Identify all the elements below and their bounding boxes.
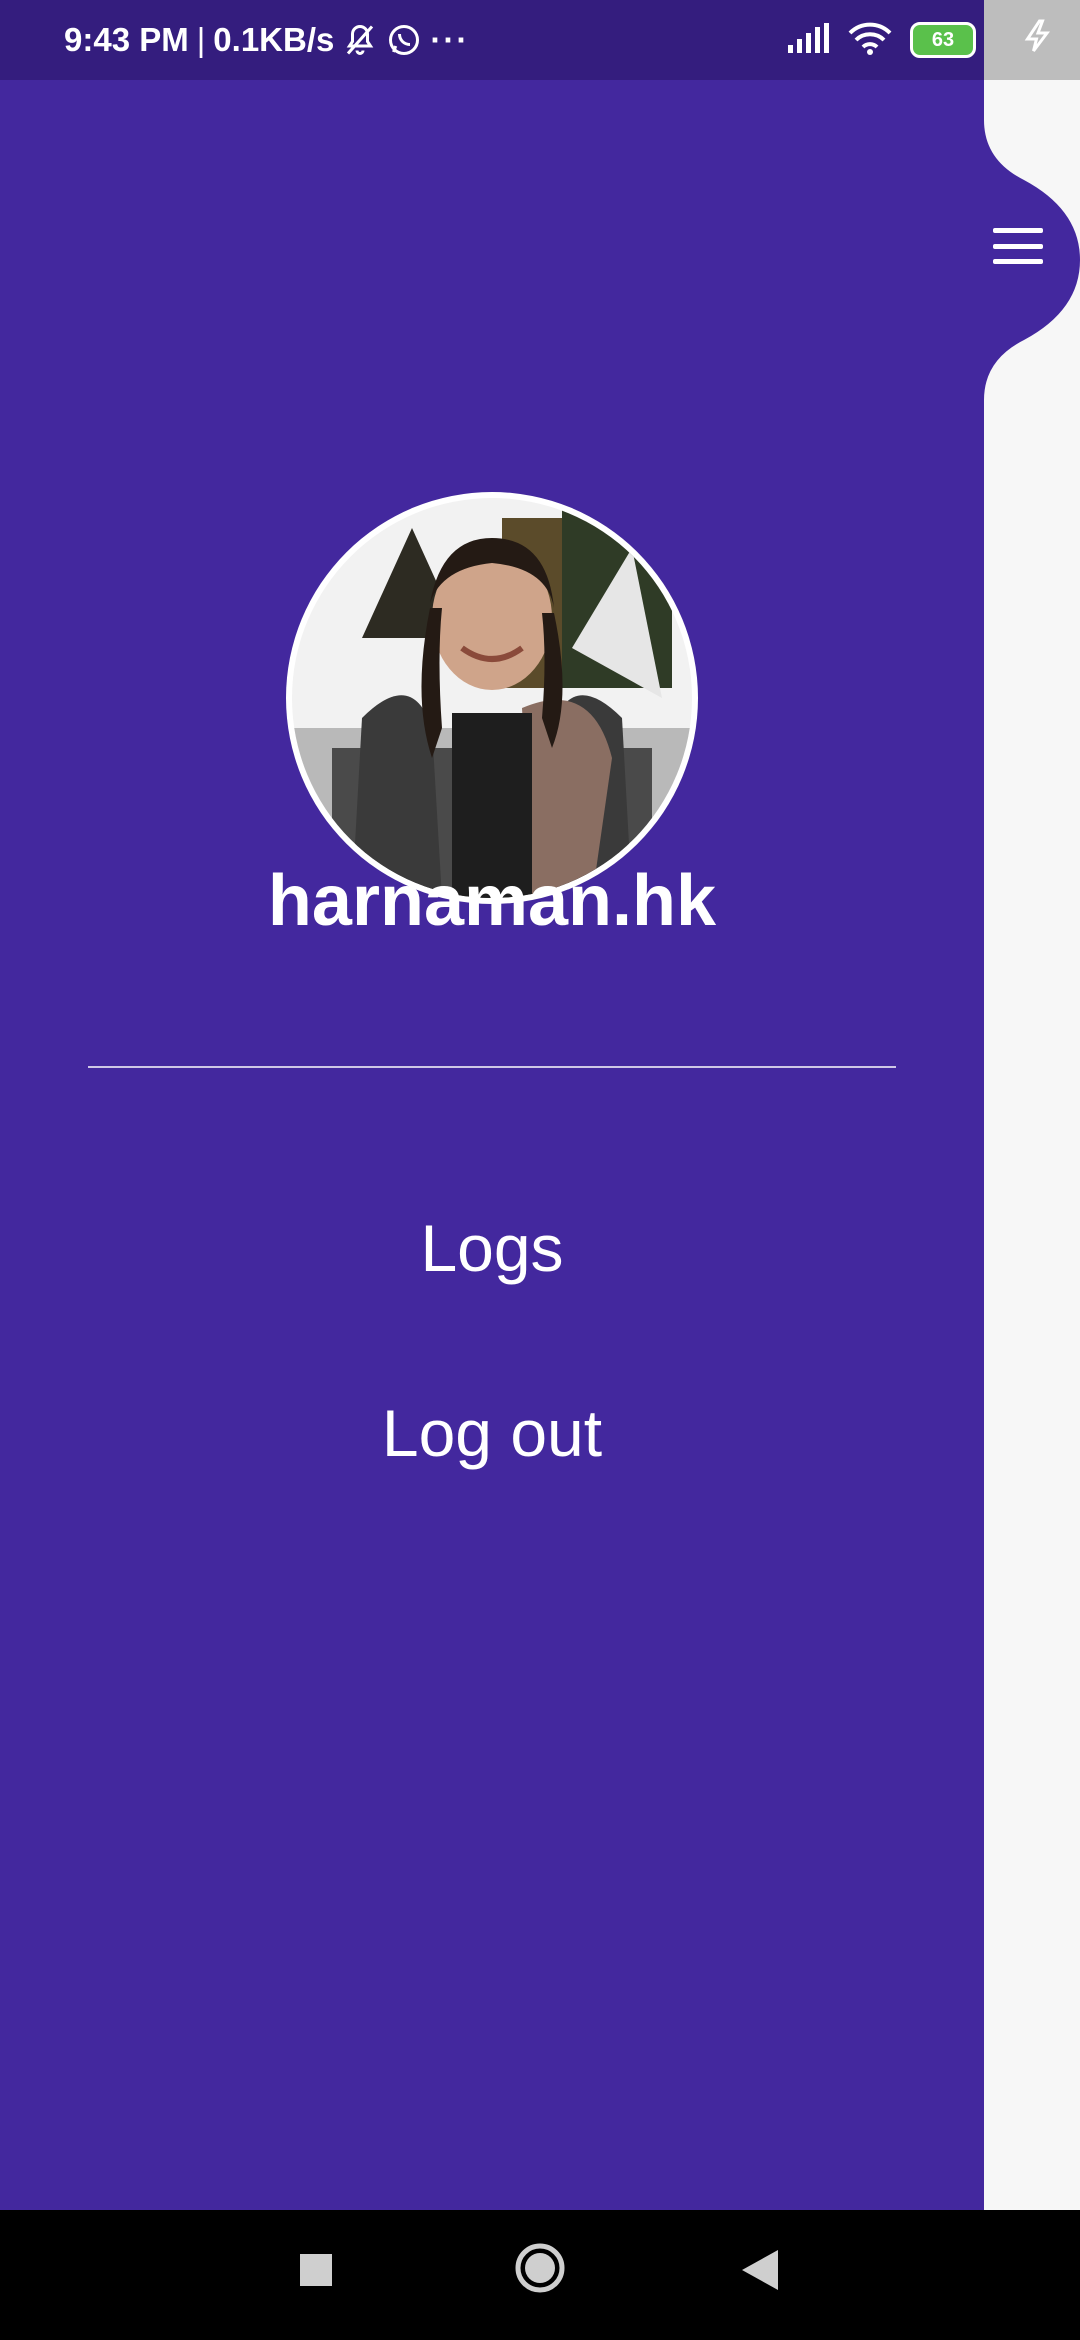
status-right-panel xyxy=(984,0,1080,80)
recents-icon[interactable] xyxy=(300,2254,332,2290)
bell-off-icon xyxy=(342,22,378,58)
username: harnaman.hk xyxy=(267,861,717,941)
menu-item-logs[interactable]: Logs xyxy=(0,1210,984,1286)
status-bar: 9:43 PM | 0.1KB/s ··· 63 xyxy=(0,0,1080,80)
navigation-drawer: harnaman.hk Logs Log out xyxy=(0,80,984,2210)
status-right: 63 xyxy=(788,0,976,80)
status-separator: | xyxy=(196,21,206,58)
profile-photo xyxy=(292,498,692,898)
drawer-divider xyxy=(88,1066,896,1068)
hamburger-menu-icon[interactable] xyxy=(993,228,1043,264)
more-notifications: ··· xyxy=(430,21,470,58)
system-nav-bar xyxy=(0,2210,1080,2340)
status-left: 9:43 PM | 0.1KB/s ··· xyxy=(64,0,469,80)
whatsapp-icon xyxy=(386,22,422,58)
avatar xyxy=(286,492,698,904)
menu-item-logout[interactable]: Log out xyxy=(0,1395,984,1471)
back-icon[interactable] xyxy=(742,2250,778,2294)
home-icon[interactable] xyxy=(514,2242,566,2298)
status-speed: 0.1KB/s xyxy=(213,21,335,58)
battery-icon: 63 xyxy=(910,22,976,58)
charging-icon xyxy=(1020,16,1056,60)
wifi-icon xyxy=(848,21,892,59)
signal-icon xyxy=(788,23,830,57)
status-time: 9:43 PM xyxy=(64,21,189,58)
battery-level: 63 xyxy=(931,28,955,51)
